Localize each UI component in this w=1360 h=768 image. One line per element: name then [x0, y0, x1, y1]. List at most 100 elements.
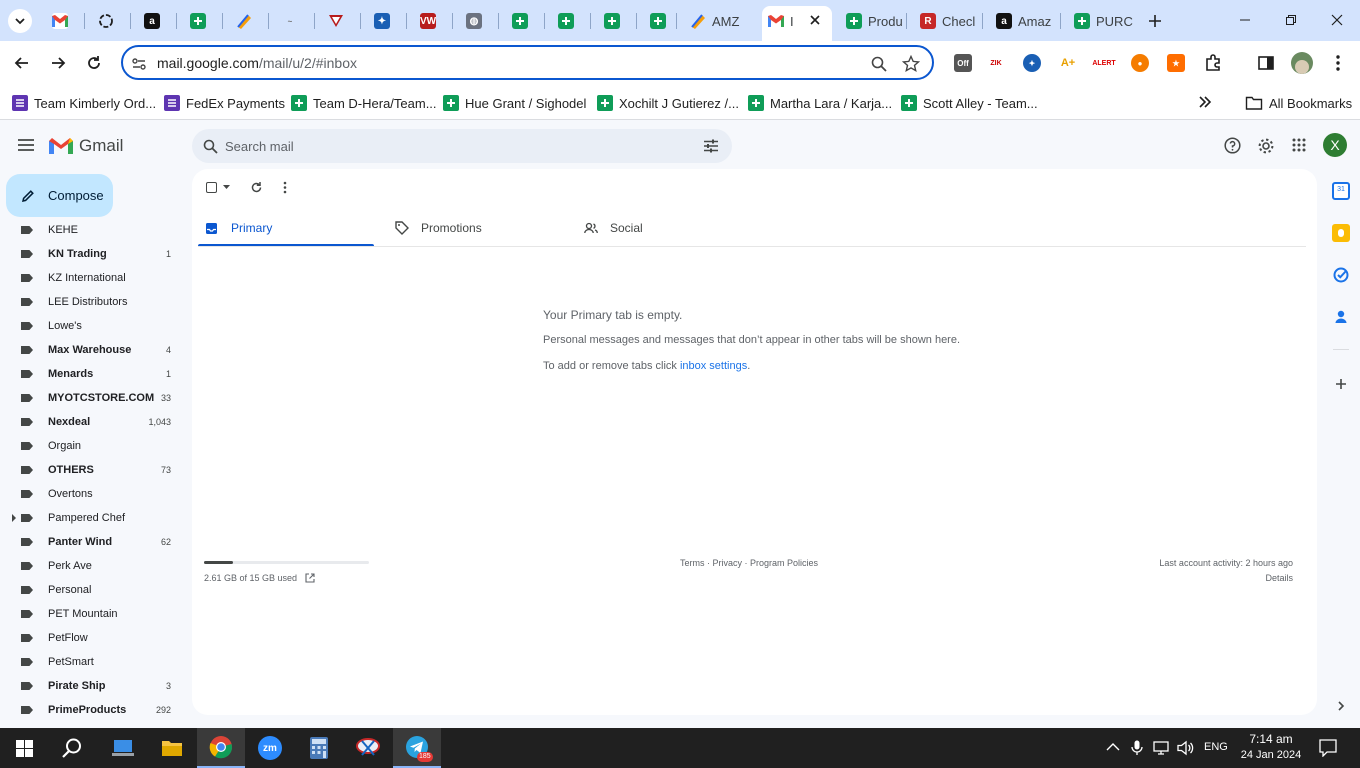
- restore-window-button[interactable]: [1268, 0, 1314, 40]
- taskbar-app-explorer[interactable]: [148, 728, 196, 768]
- browser-tab[interactable]: ~: [282, 8, 298, 34]
- browser-tab[interactable]: ✦: [374, 8, 390, 34]
- extensions-button[interactable]: [1204, 54, 1222, 72]
- main-menu-button[interactable]: [17, 138, 35, 152]
- taskbar-search-button[interactable]: [48, 728, 96, 768]
- storage-text[interactable]: 2.61 GB of 15 GB used: [204, 573, 315, 583]
- forward-button[interactable]: [48, 53, 68, 73]
- browser-tab[interactable]: PURC: [1074, 8, 1146, 34]
- details-link[interactable]: Details: [1159, 573, 1293, 583]
- zoom-icon[interactable]: [870, 55, 888, 73]
- taskbar-app-telegram[interactable]: 185: [393, 728, 441, 768]
- search-input[interactable]: Search mail: [225, 139, 294, 154]
- label-item[interactable]: Lowe's: [0, 314, 185, 338]
- bookmark-star-icon[interactable]: [902, 55, 920, 73]
- microphone-indicator[interactable]: [1131, 740, 1143, 756]
- label-item[interactable]: Menards 1: [0, 362, 185, 386]
- browser-tab[interactable]: [52, 8, 68, 34]
- notifications-button[interactable]: [1319, 739, 1337, 757]
- taskbar-app-pc[interactable]: [99, 728, 147, 768]
- calendar-icon[interactable]: 31: [1332, 182, 1350, 200]
- search-bar[interactable]: Search mail: [192, 129, 732, 163]
- taskbar-app-snipping[interactable]: [344, 728, 392, 768]
- network-indicator[interactable]: [1153, 740, 1171, 756]
- label-item[interactable]: KN Trading 1: [0, 242, 185, 266]
- bookmark-item[interactable]: Xochilt J Gutierez /...: [597, 94, 739, 112]
- input-language[interactable]: ENG: [1204, 741, 1228, 753]
- browser-tab[interactable]: a Amaz: [996, 8, 1068, 34]
- browser-tab[interactable]: [512, 8, 528, 34]
- bookmark-item[interactable]: Scott Alley - Team...: [901, 94, 1038, 112]
- browser-tab[interactable]: AMZ: [690, 8, 762, 34]
- close-window-button[interactable]: [1314, 0, 1360, 40]
- refresh-button[interactable]: [250, 181, 263, 194]
- label-item[interactable]: Perk Ave: [0, 554, 185, 578]
- show-hidden-icons-button[interactable]: [1106, 742, 1120, 752]
- extension-alert-icon[interactable]: ALERT: [1092, 54, 1115, 72]
- extension-orange-icon[interactable]: ●: [1131, 54, 1149, 72]
- search-icon[interactable]: [203, 139, 218, 154]
- tab-promotions[interactable]: Promotions: [392, 209, 572, 247]
- search-options-icon[interactable]: [703, 139, 719, 153]
- bookmark-item[interactable]: Team Kimberly Ord...: [12, 94, 156, 112]
- label-item[interactable]: Personal: [0, 578, 185, 602]
- label-item[interactable]: PetSmart: [0, 650, 185, 674]
- profile-avatar[interactable]: [1291, 52, 1313, 74]
- bookmarks-overflow-button[interactable]: [1198, 95, 1212, 109]
- label-item[interactable]: Overtons: [0, 482, 185, 506]
- expand-caret-icon[interactable]: [12, 514, 16, 522]
- volume-indicator[interactable]: [1177, 740, 1195, 756]
- browser-tab[interactable]: VW: [420, 8, 436, 34]
- compose-button[interactable]: Compose: [6, 174, 113, 217]
- browser-tab[interactable]: ◍: [466, 8, 482, 34]
- get-addons-button[interactable]: [1332, 375, 1350, 393]
- label-item[interactable]: Panter Wind 62: [0, 530, 185, 554]
- taskbar-app-chrome[interactable]: [197, 728, 245, 768]
- taskbar-app-calculator[interactable]: [295, 728, 343, 768]
- label-item[interactable]: LEE Distributors: [0, 290, 185, 314]
- side-panel-button[interactable]: [1257, 54, 1275, 72]
- label-item[interactable]: Orgain: [0, 434, 185, 458]
- taskbar-app-zoom[interactable]: zm: [246, 728, 294, 768]
- site-info-icon[interactable]: [131, 56, 147, 72]
- label-item[interactable]: Max Warehouse 4: [0, 338, 185, 362]
- label-item[interactable]: PET Mountain: [0, 602, 185, 626]
- browser-tab[interactable]: [190, 8, 206, 34]
- extension-scout-icon[interactable]: A+: [1059, 54, 1077, 72]
- label-item[interactable]: OTHERS 73: [0, 458, 185, 482]
- keep-icon[interactable]: [1332, 224, 1350, 242]
- terms-link[interactable]: Terms: [680, 558, 705, 568]
- browser-tab[interactable]: Produ: [846, 8, 918, 34]
- browser-tab[interactable]: [328, 8, 344, 34]
- inbox-settings-link[interactable]: inbox settings: [680, 360, 747, 372]
- label-item[interactable]: Nexdeal 1,043: [0, 410, 185, 434]
- all-bookmarks-button[interactable]: All Bookmarks: [1245, 94, 1352, 112]
- bookmark-item[interactable]: FedEx Payments: [164, 94, 285, 112]
- browser-tab[interactable]: [236, 8, 252, 34]
- new-tab-button[interactable]: [1146, 12, 1164, 30]
- back-button[interactable]: [12, 53, 32, 73]
- label-item[interactable]: Pirate Ship 3: [0, 674, 185, 698]
- label-item[interactable]: PrimeProducts 292: [0, 698, 185, 720]
- tab-active-gmail[interactable]: I: [768, 8, 810, 34]
- extension-off-icon[interactable]: Off: [954, 54, 972, 72]
- label-item[interactable]: Pampered Chef: [0, 506, 185, 530]
- label-item[interactable]: KEHE: [0, 222, 185, 242]
- extension-wheel-icon[interactable]: ✦: [1023, 54, 1041, 72]
- address-bar[interactable]: mail.google.com/mail/u/2/#inbox: [121, 45, 934, 80]
- label-item[interactable]: PetFlow: [0, 626, 185, 650]
- bookmark-item[interactable]: Hue Grant / Sighodel: [443, 94, 586, 112]
- label-item[interactable]: MYOTCSTORE.COM 33: [0, 386, 185, 410]
- google-apps-button[interactable]: [1292, 138, 1306, 152]
- browser-tab[interactable]: a: [144, 8, 160, 34]
- minimize-window-button[interactable]: [1222, 0, 1268, 40]
- settings-button[interactable]: [1257, 137, 1275, 155]
- browser-tab[interactable]: [98, 8, 114, 34]
- start-button[interactable]: [0, 728, 48, 768]
- browser-tab[interactable]: [558, 8, 574, 34]
- bookmark-item[interactable]: Team D-Hera/Team...: [291, 94, 437, 112]
- show-side-panel-button[interactable]: [1332, 697, 1350, 715]
- contacts-icon[interactable]: [1332, 308, 1350, 326]
- privacy-link[interactable]: Privacy: [713, 558, 743, 568]
- clock[interactable]: 7:14 am 24 Jan 2024: [1236, 731, 1306, 764]
